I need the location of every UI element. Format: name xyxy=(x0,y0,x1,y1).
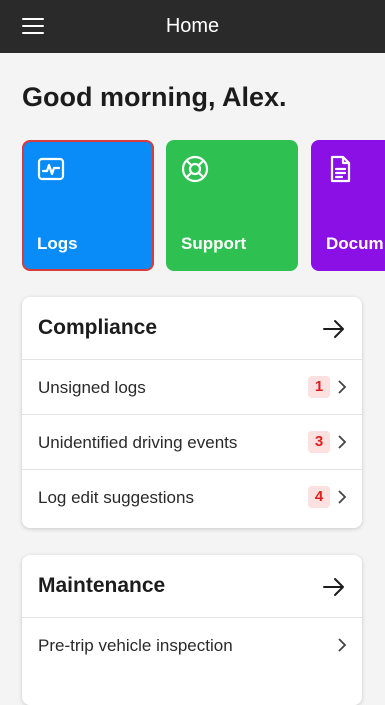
list-item-label: Log edit suggestions xyxy=(38,488,194,507)
list-item-unsigned-logs[interactable]: Unsigned logs 1 xyxy=(22,360,362,415)
chevron-right-icon xyxy=(338,490,347,504)
document-icon xyxy=(330,155,351,183)
support-tile-label: Support xyxy=(181,234,247,253)
documents-tile-label: Docum xyxy=(326,234,384,253)
list-item-label: Unidentified driving events xyxy=(38,433,238,452)
count-badge: 1 xyxy=(308,376,330,398)
maintenance-title: Maintenance xyxy=(38,574,166,597)
quick-access-tiles: Logs Support Docum xyxy=(0,140,385,272)
page-title: Home xyxy=(165,15,220,37)
compliance-title: Compliance xyxy=(38,316,158,339)
list-item-log-edit-suggestions[interactable]: Log edit suggestions 4 xyxy=(22,470,362,525)
maintenance-header[interactable]: Maintenance xyxy=(22,555,362,618)
arrow-right-icon[interactable] xyxy=(322,575,346,599)
lifebuoy-icon xyxy=(181,155,209,183)
list-item-label: Pre-trip vehicle inspection xyxy=(38,636,233,655)
list-item-pre-trip-inspection[interactable]: Pre-trip vehicle inspection xyxy=(22,618,362,673)
support-tile[interactable]: Support xyxy=(166,140,298,271)
logs-tile[interactable]: Logs xyxy=(22,140,154,271)
list-item-label: Unsigned logs xyxy=(38,378,146,397)
chevron-right-icon xyxy=(338,380,347,394)
logs-tile-label: Logs xyxy=(37,234,78,253)
activity-icon xyxy=(37,157,65,181)
compliance-header[interactable]: Compliance xyxy=(22,297,362,360)
documents-tile[interactable]: Docum xyxy=(311,140,385,271)
arrow-right-icon[interactable] xyxy=(322,317,346,341)
list-item-unidentified-driving-events[interactable]: Unidentified driving events 3 xyxy=(22,415,362,470)
chevron-right-icon xyxy=(338,435,347,449)
count-badge: 3 xyxy=(308,431,330,453)
count-badge: 4 xyxy=(308,486,330,508)
chevron-right-icon xyxy=(338,638,347,652)
greeting-heading: Good morning, Alex. xyxy=(22,82,287,112)
compliance-card: Compliance Unsigned logs 1 Unidentified … xyxy=(22,297,362,528)
top-app-bar: Home xyxy=(0,0,385,53)
maintenance-card: Maintenance Pre-trip vehicle inspection xyxy=(22,555,362,705)
